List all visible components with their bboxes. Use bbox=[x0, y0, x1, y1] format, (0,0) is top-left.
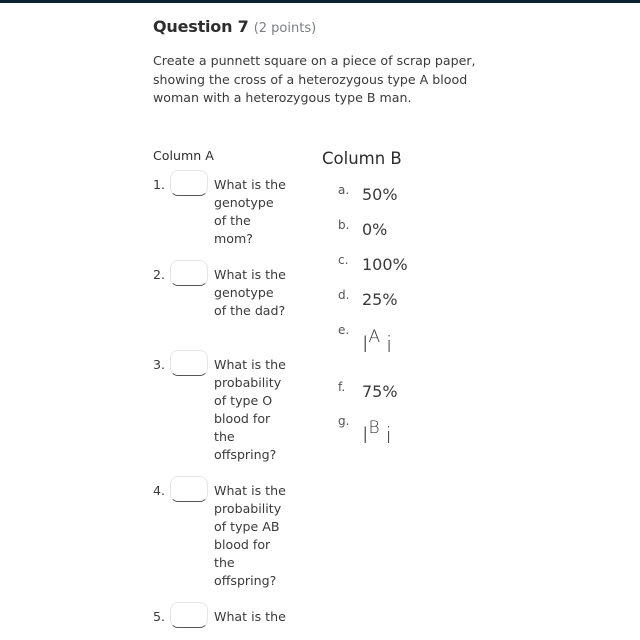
question-header: Question 7 (2 points) bbox=[153, 17, 316, 36]
column-a-heading: Column A bbox=[153, 148, 214, 163]
item-letter: c. bbox=[338, 253, 349, 267]
allele-genotype: IB i bbox=[362, 418, 392, 449]
item-number: 1. bbox=[153, 177, 166, 192]
allele-recessive: i bbox=[386, 333, 393, 358]
item-number: 3. bbox=[153, 357, 166, 372]
item-letter: b. bbox=[338, 218, 350, 232]
item-number: 2. bbox=[153, 267, 166, 282]
answer-select[interactable] bbox=[170, 350, 208, 376]
item-letter: e. bbox=[338, 323, 350, 337]
item-value: 50% bbox=[362, 185, 398, 204]
item-letter: d. bbox=[338, 288, 350, 302]
item-value: 25% bbox=[362, 290, 398, 309]
answer-select[interactable] bbox=[170, 476, 208, 502]
question-prompt: Create a punnett square on a piece of sc… bbox=[153, 53, 476, 105]
item-value: 75% bbox=[362, 382, 398, 401]
item-text: What is the genotype of the mom? bbox=[214, 177, 286, 246]
item-number: 4. bbox=[153, 483, 166, 498]
item-letter: f. bbox=[338, 380, 346, 394]
item-letter: a. bbox=[338, 183, 350, 197]
allele-recessive: i bbox=[385, 424, 392, 449]
answer-select[interactable] bbox=[170, 602, 208, 628]
item-letter: g. bbox=[338, 414, 350, 428]
column-b-heading: Column B bbox=[322, 149, 402, 168]
item-text: What is the genotype of the dad? bbox=[214, 267, 286, 318]
item-text: What is the probability of type AB blood… bbox=[214, 483, 286, 588]
answer-select[interactable] bbox=[170, 170, 208, 196]
item-number: 5. bbox=[153, 609, 166, 624]
question-points: (2 points) bbox=[253, 21, 317, 36]
allele-genotype: IA i bbox=[362, 327, 392, 358]
question-title: Question 7 bbox=[153, 17, 249, 36]
item-text: What is the probability of type O blood … bbox=[214, 357, 286, 462]
allele-superscript: B bbox=[368, 418, 380, 438]
answer-select[interactable] bbox=[170, 260, 208, 286]
allele-superscript: A bbox=[368, 327, 381, 347]
item-value: 100% bbox=[362, 255, 408, 274]
item-text: What is the bbox=[214, 609, 286, 624]
item-value: 0% bbox=[362, 220, 388, 239]
top-bar bbox=[0, 0, 640, 3]
